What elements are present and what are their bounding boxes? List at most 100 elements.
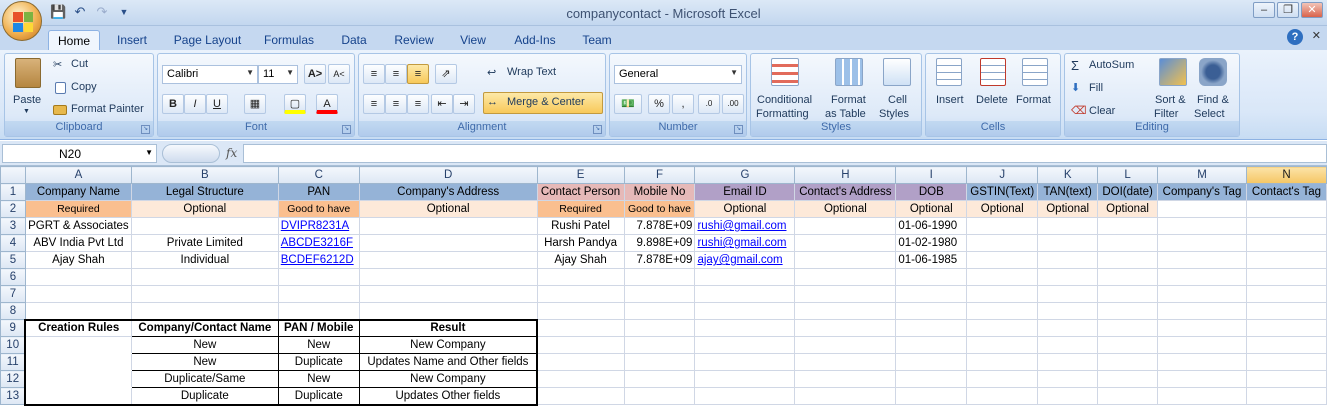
cell[interactable] — [1097, 285, 1159, 303]
insert-function-icon[interactable]: fx — [226, 146, 237, 160]
percent-button[interactable]: % — [648, 94, 670, 114]
column-header[interactable]: A — [24, 166, 132, 184]
cell[interactable] — [794, 302, 897, 320]
tab-add-ins[interactable]: Add-Ins — [508, 30, 562, 50]
cell[interactable] — [1245, 217, 1327, 235]
cell[interactable]: Legal Structure — [130, 183, 279, 201]
cell[interactable] — [1245, 268, 1327, 286]
column-header[interactable]: H — [794, 166, 897, 184]
cell[interactable]: ABV India Pvt Ltd — [24, 234, 132, 252]
cell[interactable] — [1097, 302, 1159, 320]
cell[interactable] — [895, 370, 968, 388]
bold-button[interactable]: B — [162, 94, 184, 114]
name-box[interactable]: N20 ▼ — [2, 144, 157, 163]
cell[interactable] — [1037, 268, 1099, 286]
cell[interactable] — [1157, 370, 1247, 388]
conditional-formatting-button[interactable]: Conditional — [757, 94, 812, 106]
wrap-text-icon[interactable]: ↩ — [487, 66, 496, 79]
align-right-button[interactable]: ≡ — [407, 94, 429, 114]
rules-cell[interactable]: New — [130, 353, 279, 371]
cut-button[interactable]: Cut — [71, 58, 88, 70]
cell[interactable] — [623, 336, 696, 354]
cell[interactable] — [1097, 336, 1159, 354]
help-icon[interactable]: ? — [1287, 29, 1303, 45]
cell[interactable] — [536, 319, 625, 337]
cell[interactable] — [1245, 200, 1327, 218]
clear-icon[interactable]: ⌫ — [1071, 104, 1087, 117]
cell[interactable] — [895, 319, 968, 337]
cell[interactable] — [694, 319, 796, 337]
pan-link[interactable]: ABCDE3216F — [281, 237, 353, 249]
sort-filter-button-2[interactable]: Filter — [1154, 108, 1178, 120]
wrap-text-button[interactable]: Wrap Text — [507, 66, 556, 78]
cell[interactable] — [130, 285, 279, 303]
delete-button[interactable]: Delete — [976, 94, 1008, 106]
format-as-table-button-2[interactable]: as Table — [825, 108, 866, 120]
tab-data[interactable]: Data — [336, 30, 372, 50]
cell[interactable] — [966, 251, 1039, 269]
cell[interactable]: Good to have — [623, 200, 696, 218]
cell[interactable] — [895, 336, 968, 354]
cell[interactable] — [1245, 353, 1327, 371]
cell[interactable] — [694, 387, 796, 405]
cell[interactable]: rushi@gmail.com — [694, 217, 796, 235]
column-header[interactable]: K — [1037, 166, 1099, 184]
cell[interactable] — [1037, 302, 1099, 320]
cell[interactable] — [1157, 387, 1247, 405]
cell[interactable]: Optional — [895, 200, 968, 218]
cell[interactable]: ABCDE3216F — [277, 234, 360, 252]
cell[interactable]: PAN — [277, 183, 360, 201]
cell[interactable] — [24, 268, 132, 286]
cell[interactable] — [1037, 353, 1099, 371]
cell[interactable] — [794, 251, 897, 269]
cell[interactable] — [358, 285, 538, 303]
grow-font-button[interactable]: A˃ — [304, 64, 326, 84]
cell[interactable] — [1037, 285, 1099, 303]
cell[interactable]: 7.878E+09 — [623, 251, 696, 269]
rules-cell[interactable]: Updates Name and Other fields — [358, 353, 539, 371]
cell[interactable] — [895, 353, 968, 371]
cell[interactable]: 9.898E+09 — [623, 234, 696, 252]
cell[interactable] — [623, 370, 696, 388]
cell[interactable]: Required — [536, 200, 625, 218]
cell-styles-button[interactable]: Cell — [888, 94, 907, 106]
cell[interactable] — [794, 353, 897, 371]
cell[interactable] — [277, 302, 360, 320]
cell[interactable] — [1157, 353, 1247, 371]
conditional-formatting-icon[interactable] — [771, 58, 799, 86]
row-header[interactable]: 4 — [0, 234, 26, 252]
cell[interactable] — [1157, 285, 1247, 303]
cell[interactable] — [536, 302, 625, 320]
cell[interactable] — [794, 319, 897, 337]
cell[interactable] — [536, 387, 625, 405]
cell[interactable] — [536, 370, 625, 388]
column-header-selected[interactable]: N — [1245, 166, 1327, 184]
rules-cell[interactable]: New Company — [358, 336, 539, 354]
rules-cell[interactable]: Updates Other fields — [358, 387, 539, 406]
cell[interactable] — [694, 302, 796, 320]
row-header[interactable]: 10 — [0, 336, 26, 354]
cell[interactable] — [1157, 200, 1247, 218]
fill-icon[interactable]: ⬇ — [1071, 81, 1080, 94]
cell[interactable]: Individual — [130, 251, 279, 269]
insert-button[interactable]: Insert — [936, 94, 964, 106]
cell[interactable] — [794, 336, 897, 354]
cell[interactable] — [24, 285, 132, 303]
cell[interactable]: Optional — [694, 200, 796, 218]
cell[interactable] — [358, 217, 538, 235]
pan-link[interactable]: BCDEF6212D — [281, 254, 354, 266]
align-bottom-button[interactable]: ≡ — [407, 64, 429, 84]
number-launcher-icon[interactable]: ↘ — [734, 125, 743, 134]
cell[interactable]: Optional — [794, 200, 897, 218]
cell[interactable]: GSTIN(Text) — [966, 183, 1039, 201]
cell[interactable]: TAN(text) — [1037, 183, 1099, 201]
cell[interactable] — [1245, 387, 1327, 405]
rules-cell[interactable]: Duplicate — [277, 387, 360, 406]
font-color-button[interactable]: A — [316, 94, 338, 114]
row-header[interactable]: 2 — [0, 200, 26, 218]
pan-link[interactable]: DVIPR8231A — [281, 220, 349, 232]
row-header[interactable]: 1 — [0, 183, 26, 201]
cell[interactable] — [536, 268, 625, 286]
cell[interactable] — [1097, 353, 1159, 371]
formula-bar-divider[interactable] — [162, 144, 220, 163]
